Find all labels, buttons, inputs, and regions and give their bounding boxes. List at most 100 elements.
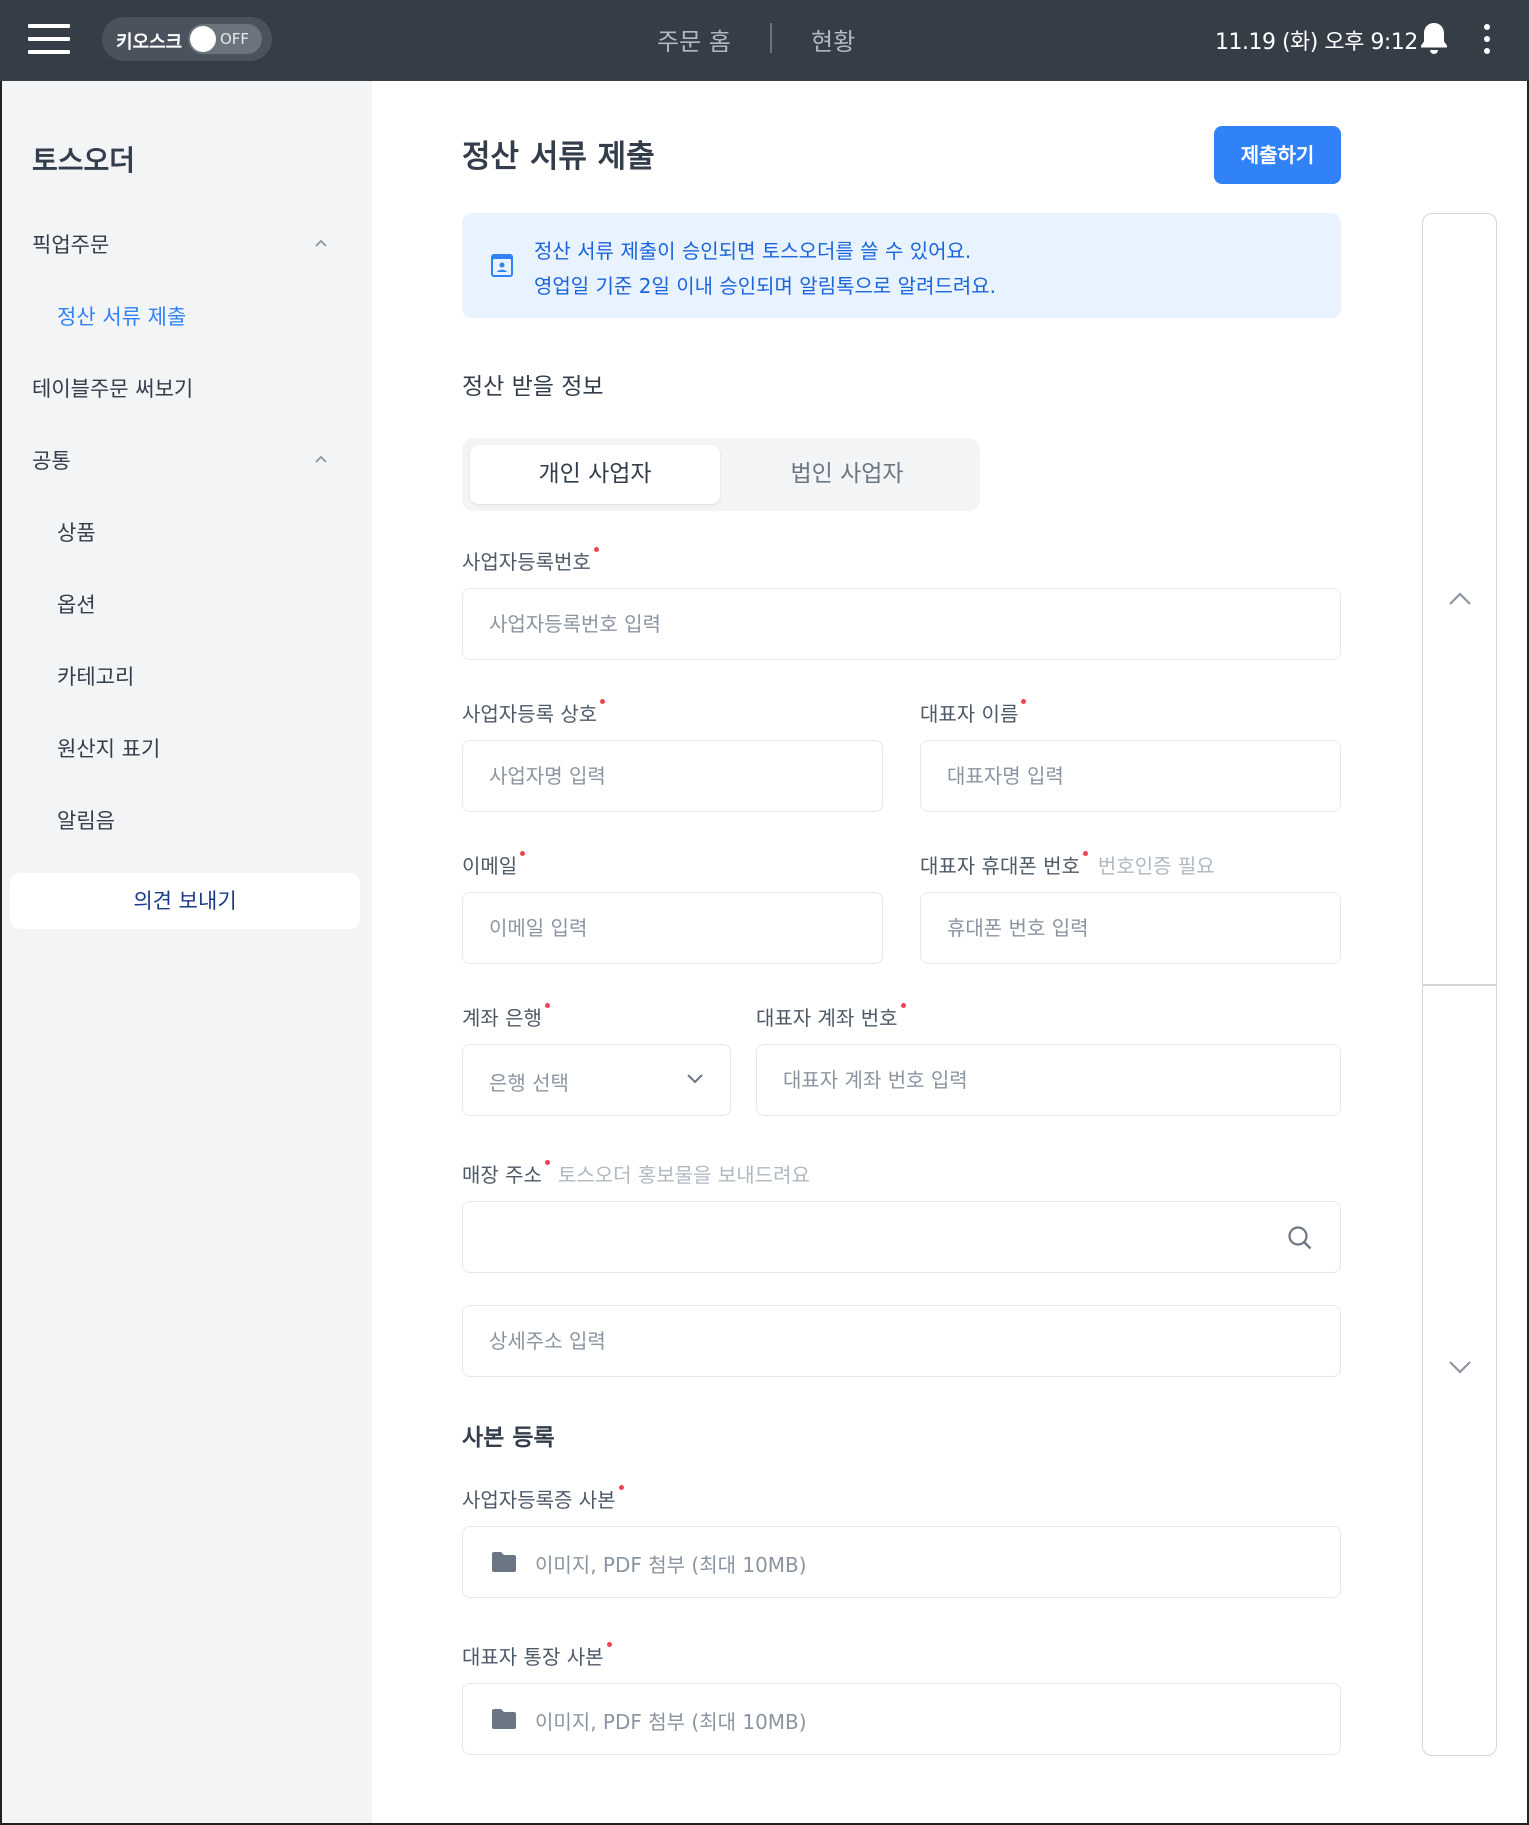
nav-order-home[interactable]: 주문 홈	[657, 22, 731, 57]
rep-phone-label: 대표자 휴대폰 번호 번호인증 필요	[920, 850, 1215, 879]
sidebar-item-pickup[interactable]: 픽업주문	[32, 229, 109, 259]
email-input[interactable]	[463, 893, 882, 963]
biz-number-input[interactable]	[463, 589, 1340, 659]
account-label: 대표자 계좌 번호	[756, 1002, 906, 1031]
required-dot	[544, 1003, 550, 1008]
sidebar-item-category[interactable]: 카테고리	[57, 661, 134, 691]
label-text: 이메일	[462, 854, 518, 878]
page-title: 정산 서류 제출	[462, 139, 655, 175]
address-label: 매장 주소 토스오더 홍보물을 보내드려요	[462, 1159, 810, 1188]
rep-phone-input[interactable]	[921, 893, 1340, 963]
kiosk-switch: 키오스크 OFF	[102, 17, 272, 61]
required-dot	[606, 1642, 612, 1647]
account-input[interactable]	[757, 1045, 1340, 1115]
menu-icon[interactable]	[28, 24, 70, 54]
sidebar-item-origin[interactable]: 원산지 표기	[57, 733, 160, 763]
chevron-up-icon[interactable]	[1447, 591, 1473, 607]
scroll-rail	[1422, 213, 1497, 1756]
email-field[interactable]	[462, 892, 883, 964]
toggle-state: OFF	[220, 30, 250, 48]
section-title-info: 정산 받을 정보	[462, 374, 604, 400]
address-detail-field[interactable]	[462, 1305, 1341, 1377]
rep-name-label: 대표자 이름	[920, 698, 1027, 727]
nav-divider	[770, 23, 772, 53]
required-dot	[600, 699, 606, 704]
required-dot	[593, 547, 599, 552]
bank-label: 계좌 은행	[462, 1002, 550, 1031]
account-field[interactable]	[756, 1044, 1341, 1116]
brand-title: 토스오더	[32, 144, 136, 177]
email-label: 이메일	[462, 850, 526, 879]
more-icon[interactable]	[1480, 22, 1494, 56]
biz-name-label: 사업자등록 상호	[462, 698, 606, 727]
document-icon	[491, 254, 513, 277]
required-dot	[544, 1160, 550, 1165]
bell-icon[interactable]	[1417, 20, 1451, 56]
label-text: 대표자 이름	[920, 702, 1019, 726]
notice-banner: 정산 서류 제출이 승인되면 토스오더를 쓸 수 있어요. 영업일 기준 2일 …	[462, 213, 1341, 318]
biz-cert-upload[interactable]: 이미지, PDF 첨부 (최대 10MB)	[462, 1526, 1341, 1598]
biz-number-label: 사업자등록번호	[462, 546, 599, 575]
required-dot	[520, 851, 526, 856]
biz-cert-label: 사업자등록증 사본	[462, 1484, 624, 1513]
submit-button[interactable]: 제출하기	[1214, 126, 1341, 184]
top-bar: 키오스크 OFF 주문 홈 현황 11.19 (화) 오후 9:12	[0, 0, 1529, 81]
sidebar-item-common[interactable]: 공통	[32, 445, 71, 475]
bank-select-value: 은행 선택	[489, 1071, 569, 1095]
label-text: 사업자등록증 사본	[462, 1488, 616, 1512]
tab-individual[interactable]: 개인 사업자	[470, 445, 720, 504]
sidebar-item-table-order[interactable]: 테이블주문 써보기	[32, 373, 193, 403]
feedback-button[interactable]: 의견 보내기	[10, 873, 360, 929]
required-dot	[1082, 851, 1088, 856]
search-icon[interactable]	[1286, 1224, 1314, 1252]
datetime: 11.19 (화) 오후 9:12	[1215, 30, 1418, 55]
biz-name-field[interactable]	[462, 740, 883, 812]
sidebar-item-sound[interactable]: 알림음	[57, 805, 115, 835]
biz-number-field[interactable]	[462, 588, 1341, 660]
tab-corporate[interactable]: 법인 사업자	[722, 445, 972, 504]
required-dot	[1021, 699, 1027, 704]
chevron-up-icon[interactable]	[314, 452, 328, 466]
main-content: 정산 서류 제출 제출하기 정산 서류 제출이 승인되면 토스오더를 쓸 수 있…	[372, 81, 1529, 1823]
bank-select[interactable]: 은행 선택	[462, 1044, 731, 1116]
label-text: 사업자등록 상호	[462, 702, 598, 726]
bankbook-label: 대표자 통장 사본	[462, 1641, 612, 1670]
chevron-up-icon[interactable]	[314, 236, 328, 250]
address-hint: 토스오더 홍보물을 보내드려요	[557, 1163, 810, 1187]
chevron-down-icon[interactable]	[1447, 1359, 1473, 1375]
toggle-knob	[190, 26, 216, 52]
required-dot	[900, 1003, 906, 1008]
label-text: 매장 주소	[462, 1163, 542, 1187]
folder-icon	[492, 1709, 516, 1729]
biz-name-input[interactable]	[463, 741, 882, 811]
rep-name-field[interactable]	[920, 740, 1341, 812]
nav-status[interactable]: 현황	[811, 22, 855, 57]
sidebar-item-options[interactable]: 옵션	[57, 589, 96, 619]
notice-line-1: 정산 서류 제출이 승인되면 토스오더를 쓸 수 있어요.	[534, 239, 972, 263]
sidebar: 토스오더 픽업주문 정산 서류 제출 테이블주문 써보기 공통 상품 옵션 카테…	[2, 81, 372, 1823]
label-text: 대표자 휴대폰 번호	[920, 854, 1080, 878]
folder-icon	[492, 1552, 516, 1572]
sidebar-item-settlement-docs[interactable]: 정산 서류 제출	[57, 301, 186, 331]
address-search-field[interactable]	[462, 1201, 1341, 1273]
label-text: 대표자 통장 사본	[462, 1645, 604, 1669]
notice-line-2: 영업일 기준 2일 이내 승인되며 알림톡으로 알려드려요.	[534, 274, 997, 298]
rep-name-input[interactable]	[921, 741, 1340, 811]
bankbook-upload[interactable]: 이미지, PDF 첨부 (최대 10MB)	[462, 1683, 1341, 1755]
chevron-down-icon	[687, 1074, 703, 1084]
kiosk-label: 키오스크	[116, 32, 183, 53]
biz-type-tabs: 개인 사업자 법인 사업자	[462, 438, 980, 511]
phone-hint: 번호인증 필요	[1097, 854, 1215, 878]
kiosk-toggle[interactable]: OFF	[188, 24, 262, 54]
upload-text: 이미지, PDF 첨부 (최대 10MB)	[535, 1553, 807, 1577]
label-text: 대표자 계좌 번호	[756, 1006, 898, 1030]
required-dot	[618, 1485, 624, 1490]
rail-divider	[1423, 984, 1496, 986]
section-title-copy: 사본 등록	[462, 1425, 555, 1451]
sidebar-item-products[interactable]: 상품	[57, 517, 96, 547]
address-input[interactable]	[463, 1202, 1340, 1272]
label-text: 계좌 은행	[462, 1006, 542, 1030]
rep-phone-field[interactable]	[920, 892, 1341, 964]
upload-text: 이미지, PDF 첨부 (최대 10MB)	[535, 1710, 807, 1734]
address-detail-input[interactable]	[463, 1306, 1340, 1376]
